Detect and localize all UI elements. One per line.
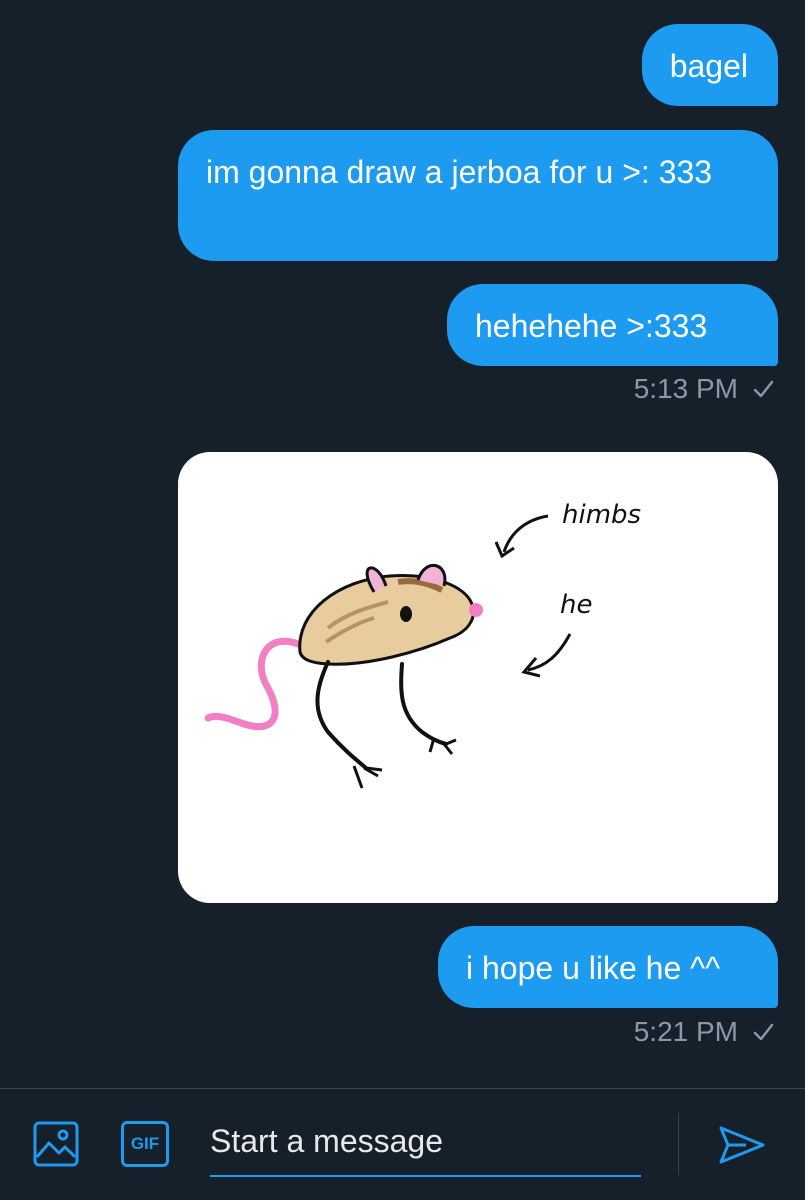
message-meta: 5:13 PM bbox=[634, 372, 774, 406]
image-attachment[interactable]: himbs he bbox=[178, 452, 778, 903]
drawing-label: he bbox=[560, 590, 593, 620]
checkmark-icon bbox=[753, 380, 774, 398]
drawing-label: himbs bbox=[562, 500, 642, 530]
message-bubble[interactable]: bagel bbox=[641, 24, 778, 106]
message-text: hehehehe >:333 bbox=[475, 308, 708, 344]
timestamp: 5:21 PM bbox=[633, 1016, 738, 1047]
timestamp: 5:13 PM bbox=[633, 373, 738, 404]
message-input-wrapper bbox=[210, 1111, 641, 1177]
message-bubble[interactable]: im gonna draw a jerboa for u >: 333 bbox=[178, 130, 778, 261]
message-input[interactable] bbox=[210, 1111, 641, 1171]
message-text: im gonna draw a jerboa for u >: 333 bbox=[206, 154, 713, 190]
divider bbox=[678, 1113, 679, 1175]
message-text: i hope u like he ^^ bbox=[466, 950, 721, 986]
gif-button[interactable]: GIF bbox=[121, 1121, 169, 1167]
message-composer: GIF bbox=[0, 1088, 805, 1200]
message-thread: bagel im gonna draw a jerboa for u >: 33… bbox=[0, 0, 805, 1088]
send-icon[interactable] bbox=[718, 1125, 766, 1165]
jerboa-drawing bbox=[204, 514, 572, 789]
checkmark-icon bbox=[753, 1023, 774, 1041]
message-bubble[interactable]: i hope u like he ^^ bbox=[438, 926, 778, 1008]
image-icon[interactable] bbox=[33, 1121, 79, 1167]
message-bubble[interactable]: hehehehe >:333 bbox=[447, 284, 778, 366]
message-text: bagel bbox=[669, 48, 748, 84]
message-meta: 5:21 PM bbox=[634, 1015, 774, 1049]
